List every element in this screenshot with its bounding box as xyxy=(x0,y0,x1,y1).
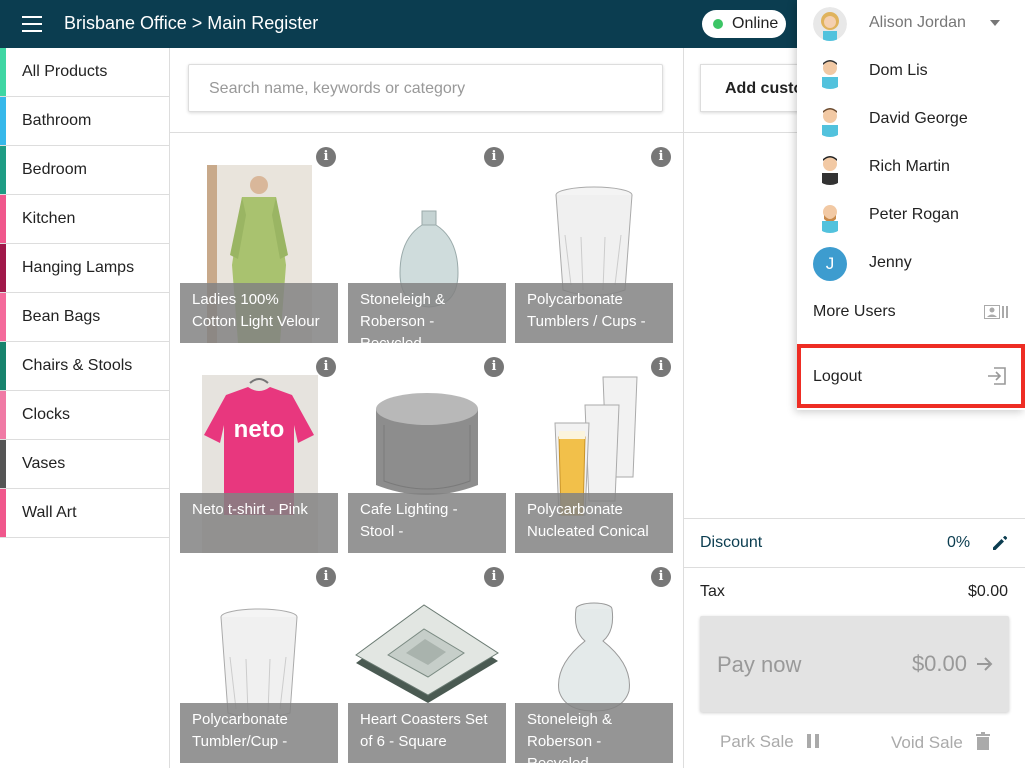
menu-icon[interactable] xyxy=(22,16,42,32)
logout-label: Logout xyxy=(813,368,862,385)
product-card[interactable]: Polycarbonate Tumbler/Cup - i xyxy=(180,567,338,763)
logout-icon xyxy=(988,367,1006,385)
pay-amount: $0.00 xyxy=(911,651,967,676)
category-vases[interactable]: Vases xyxy=(0,440,169,489)
pause-icon xyxy=(807,734,820,748)
avatar: J xyxy=(813,247,847,281)
product-card[interactable]: neto Neto t-shirt - Pink i xyxy=(180,357,338,553)
info-icon[interactable]: i xyxy=(316,567,336,587)
category-bathroom[interactable]: Bathroom xyxy=(0,97,169,146)
pay-now-label: Pay now xyxy=(717,652,802,677)
info-icon[interactable]: i xyxy=(484,567,504,587)
tax-label: Tax xyxy=(700,583,725,600)
user-list-icon xyxy=(984,305,1008,319)
discount-value: 0% xyxy=(947,534,971,551)
user-name: Peter Rogan xyxy=(869,206,959,223)
pay-now-button[interactable]: Pay now $0.00 xyxy=(700,616,1009,712)
product-name: Ladies 100% Cotton Light Velour xyxy=(180,283,338,343)
category-bedroom[interactable]: Bedroom xyxy=(0,146,169,195)
online-dot-icon xyxy=(713,19,723,29)
product-name: Heart Coasters Set of 6 - Square xyxy=(348,703,506,763)
avatar xyxy=(813,7,847,41)
user-item-peter-rogan[interactable]: Peter Rogan xyxy=(797,192,1025,240)
more-users-label: More Users xyxy=(813,303,896,320)
arrow-right-icon xyxy=(977,657,993,671)
user-name: Jenny xyxy=(869,254,912,271)
product-name: Stoneleigh & Roberson - Recycled xyxy=(348,283,506,343)
product-card[interactable]: Ladies 100% Cotton Light Velour i xyxy=(180,147,338,343)
product-name: Polycarbonate Tumbler/Cup - xyxy=(180,703,338,763)
chevron-down-icon xyxy=(990,20,1000,26)
product-card[interactable]: Stoneleigh & Roberson - Recycled i xyxy=(515,567,673,763)
user-item-dom-lis[interactable]: Dom Lis xyxy=(797,48,1025,96)
product-name: Cafe Lighting - Stool - xyxy=(348,493,506,553)
user-dropdown-menu: Alison Jordan Dom Lis David George Rich … xyxy=(797,0,1025,410)
avatar xyxy=(813,199,847,233)
info-icon[interactable]: i xyxy=(651,357,671,377)
trash-icon xyxy=(975,732,990,750)
park-sale-button[interactable]: Park Sale xyxy=(720,732,820,752)
category-hanging-lamps[interactable]: Hanging Lamps xyxy=(0,244,169,293)
category-all-products[interactable]: All Products xyxy=(0,48,169,97)
category-sidebar: All Products Bathroom Bedroom Kitchen Ha… xyxy=(0,48,170,768)
user-item-david-george[interactable]: David George xyxy=(797,96,1025,144)
tax-row: Tax $0.00 xyxy=(684,568,1025,616)
page-title: Brisbane Office > Main Register xyxy=(64,13,319,33)
svg-text:neto: neto xyxy=(234,416,285,443)
category-clocks[interactable]: Clocks xyxy=(0,391,169,440)
product-grid: Ladies 100% Cotton Light Velour i Stonel… xyxy=(170,133,683,768)
product-name: Polycarbonate Nucleated Conical xyxy=(515,493,673,553)
product-name: Stoneleigh & Roberson - Recycled xyxy=(515,703,673,763)
current-user-button[interactable]: Alison Jordan xyxy=(797,0,1025,48)
product-card[interactable]: Heart Coasters Set of 6 - Square i xyxy=(348,567,506,763)
info-icon[interactable]: i xyxy=(316,147,336,167)
product-card[interactable]: Polycarbonate Nucleated Conical i xyxy=(515,357,673,553)
logout-button[interactable]: Logout xyxy=(797,344,1025,408)
user-name: David George xyxy=(869,110,968,127)
search-input[interactable]: Search name, keywords or category xyxy=(188,64,663,112)
online-status-badge: Online xyxy=(702,10,786,38)
product-card[interactable]: Polycarbonate Tumblers / Cups - i xyxy=(515,147,673,343)
product-name: Neto t-shirt - Pink xyxy=(180,493,338,553)
category-kitchen[interactable]: Kitchen xyxy=(0,195,169,244)
void-sale-button[interactable]: Void Sale xyxy=(891,732,990,753)
info-icon[interactable]: i xyxy=(316,357,336,377)
edit-pencil-icon[interactable] xyxy=(990,533,1010,553)
search-area: Search name, keywords or category xyxy=(170,48,683,133)
info-icon[interactable]: i xyxy=(484,147,504,167)
discount-row[interactable]: Discount 0% xyxy=(684,518,1025,568)
info-icon[interactable]: i xyxy=(651,567,671,587)
user-name: Rich Martin xyxy=(869,158,950,175)
current-user-name: Alison Jordan xyxy=(869,14,966,31)
more-users-button[interactable]: More Users xyxy=(797,288,1025,336)
info-icon[interactable]: i xyxy=(651,147,671,167)
info-icon[interactable]: i xyxy=(484,357,504,377)
user-name: Dom Lis xyxy=(869,62,928,79)
product-card[interactable]: Stoneleigh & Roberson - Recycled i xyxy=(348,147,506,343)
avatar xyxy=(813,103,847,137)
tax-value: $0.00 xyxy=(967,583,1008,600)
category-chairs-stools[interactable]: Chairs & Stools xyxy=(0,342,169,391)
avatar xyxy=(813,55,847,89)
avatar xyxy=(813,151,847,185)
product-name: Polycarbonate Tumblers / Cups - xyxy=(515,283,673,343)
category-wall-art[interactable]: Wall Art xyxy=(0,489,169,538)
category-bean-bags[interactable]: Bean Bags xyxy=(0,293,169,342)
user-item-jenny[interactable]: J Jenny xyxy=(797,240,1025,288)
user-item-rich-martin[interactable]: Rich Martin xyxy=(797,144,1025,192)
product-card[interactable]: Cafe Lighting - Stool - i xyxy=(348,357,506,553)
discount-label: Discount xyxy=(700,534,763,551)
